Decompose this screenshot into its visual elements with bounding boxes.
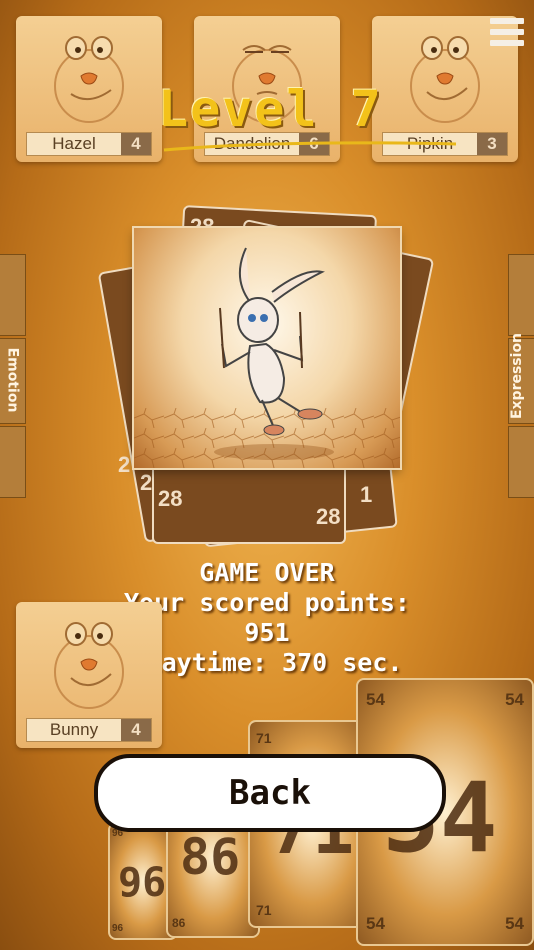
game-over-title: GAME OVER [199, 558, 335, 587]
card-corner-number: 86 [172, 916, 186, 930]
card-corner-number: 54 [366, 914, 385, 933]
expression-tab-label: Expression [509, 332, 526, 420]
level-title: Level 7 [158, 80, 383, 138]
pile-card-number: 28 [158, 486, 183, 511]
dancing-rabbit-image [134, 228, 400, 468]
bunny-face-icon [54, 622, 124, 709]
player-name: Hazel [52, 134, 96, 153]
player-score: 3 [477, 133, 507, 155]
pile-card-number: 28 [316, 504, 341, 529]
card-corner-number: 54 [505, 914, 524, 933]
player-namebar: Bunny 4 [26, 718, 152, 742]
pile-card-number: 2 [118, 452, 131, 477]
player-card-bunny: Bunny 4 [16, 602, 162, 748]
rabbit-illustration [134, 247, 400, 468]
bunny-face-icon [410, 36, 480, 123]
player-namebar: Hazel 4 [26, 132, 152, 156]
level-underline [163, 141, 457, 152]
pile-card-number: 2 [140, 470, 153, 495]
emotion-tab-label: Emotion [4, 347, 21, 413]
player-score: 4 [121, 133, 151, 155]
side-tab-left-bottom [0, 426, 26, 498]
pile-card-number: 1 [360, 482, 373, 507]
side-tab-right-bottom [508, 426, 534, 498]
back-button[interactable]: Back [94, 754, 446, 832]
card-value: 96 [118, 860, 167, 906]
card-corner-number: 54 [505, 690, 524, 709]
player-score: 4 [121, 719, 151, 741]
player-card-hazel: Hazel 4 [16, 16, 162, 162]
side-tab-left-top [0, 254, 26, 336]
card-value: 86 [180, 828, 241, 886]
side-tab-right-top [508, 254, 534, 336]
card-corner-number: 96 [112, 923, 124, 934]
player-name: Bunny [49, 720, 99, 739]
bunny-face-icon [54, 36, 124, 123]
menu-icon[interactable] [490, 18, 524, 54]
card-corner-number: 54 [366, 690, 385, 709]
card-corner-number: 71 [256, 730, 272, 746]
card-corner-number: 71 [256, 902, 272, 918]
